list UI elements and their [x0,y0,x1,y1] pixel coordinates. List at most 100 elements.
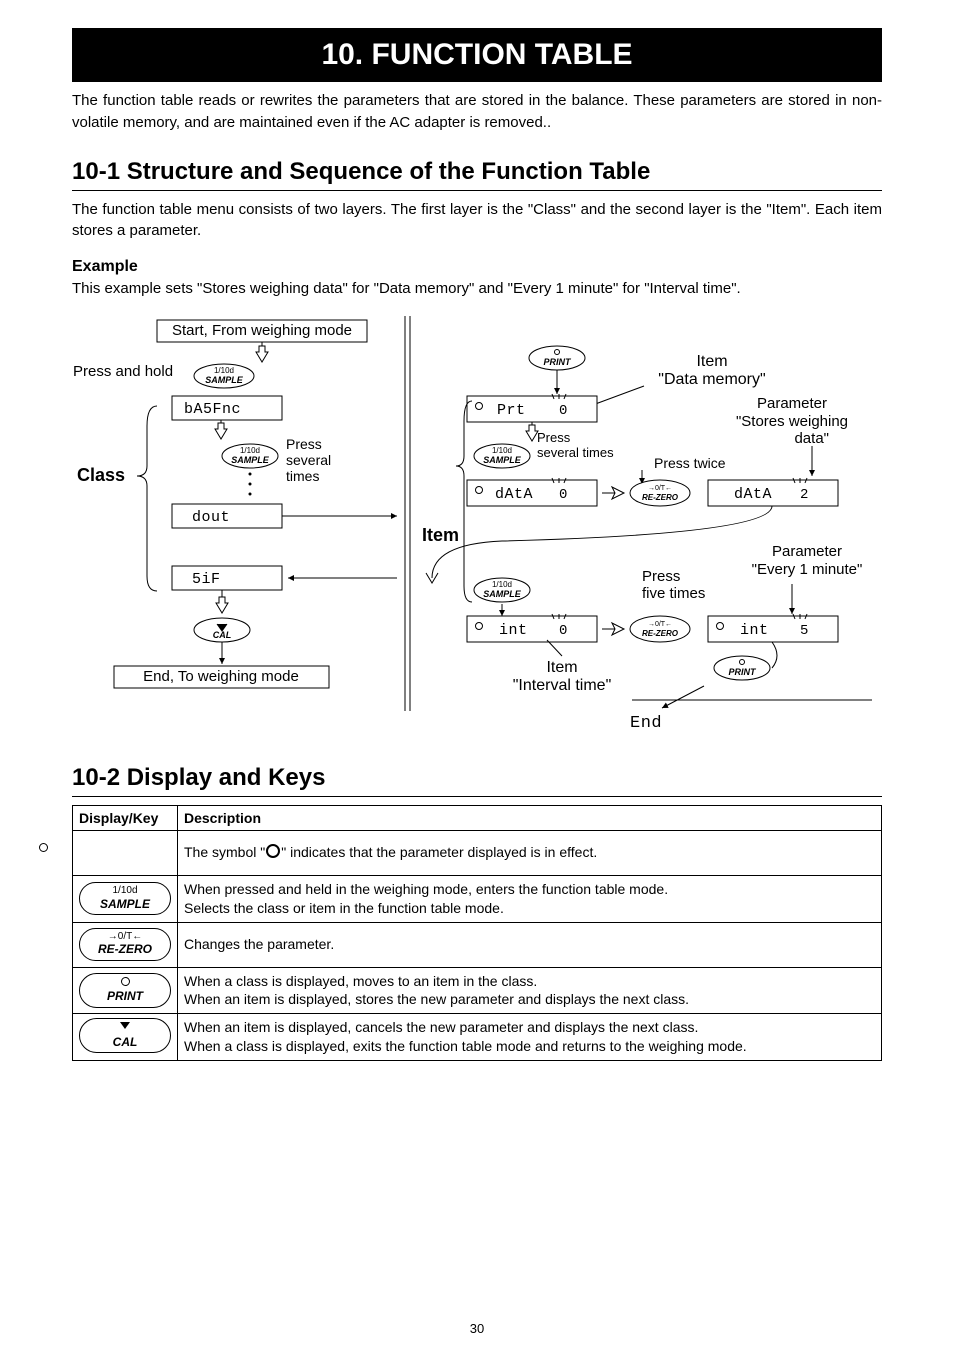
print-key-icon: PRINT [79,973,171,1008]
svg-text:SAMPLE: SAMPLE [231,455,270,465]
table-row: PRINT When a class is displayed, moves t… [73,967,882,1014]
sample-key-icon: 1/10d SAMPLE [79,882,171,915]
lcd-basfnc: bA5Fnc [184,401,241,418]
svg-text:"Data memory": "Data memory" [658,371,765,388]
svg-text:1/10d: 1/10d [240,446,260,455]
rezero-key-icon: →0/T← RE-ZERO [79,928,171,961]
svg-text:several times: several times [537,445,614,460]
class-label: Class [77,465,125,485]
lcd-data2: dAtA [734,486,772,503]
rezero-key-icon-1: →0/T← RE-ZERO [630,480,690,506]
circle-symbol-icon [266,844,280,858]
table-row: 1/10d SAMPLE When pressed and held in th… [73,875,882,922]
cal-key-icon: CAL [194,618,250,642]
lcd-data: dAtA [495,486,533,503]
svg-text:0: 0 [559,403,568,419]
display-keys-table: Display/Key Description The symbol " " in… [72,805,882,1061]
svg-text:"Every 1 minute": "Every 1 minute" [752,561,863,578]
svg-text:Item: Item [546,659,577,676]
circle-icon [39,843,48,852]
svg-text:→0/T←: →0/T← [648,621,672,628]
desc-cell: Changes the parameter. [178,922,882,967]
th-description: Description [178,805,882,830]
end-label: End, To weighing mode [143,668,299,685]
svg-text:Press: Press [537,430,571,445]
svg-text:Parameter: Parameter [757,395,827,412]
example-heading: Example [72,258,882,276]
svg-text:SAMPLE: SAMPLE [205,375,244,385]
lcd-end: End [630,714,662,733]
lcd-dout: dout [192,509,230,526]
page-title: 10. FUNCTION TABLE [72,28,882,82]
svg-text:five times: five times [642,585,705,602]
rezero-key-icon-2: →0/T← RE-ZERO [630,616,690,642]
key-main-label: CAL [92,1036,158,1049]
lcd-sif: 5iF [192,571,221,588]
key-cell-cal: CAL [73,1014,178,1061]
desc-text-post: " indicates that the parameter displayed… [281,844,597,860]
key-cell-rezero: →0/T← RE-ZERO [73,922,178,967]
key-cell-sample: 1/10d SAMPLE [73,875,178,922]
print-key-icon-2: PRINT [714,656,770,680]
svg-text:PRINT: PRINT [544,357,573,367]
key-main-label: RE-ZERO [92,943,158,956]
key-main-label: SAMPLE [92,898,158,911]
lcd-prt: Prt [497,402,526,419]
svg-text:5: 5 [800,623,809,639]
svg-text:SAMPLE: SAMPLE [483,455,522,465]
svg-text:RE-ZERO: RE-ZERO [642,629,679,638]
sample-key-icon-2: 1/10d SAMPLE [222,444,278,468]
print-key-icon-1: PRINT [529,346,585,370]
table-row: CAL When an item is displayed, cancels t… [73,1014,882,1061]
svg-text:several: several [286,452,331,468]
page-number: 30 [0,1321,954,1336]
svg-text:1/10d: 1/10d [492,446,512,455]
svg-text:→0/T←: →0/T← [648,485,672,492]
start-label: Start, From weighing mode [172,322,352,339]
table-row: The symbol " " indicates that the paramet… [73,830,882,875]
key-top-label: 1/10d [92,886,158,897]
diagram-svg: Start, From weighing mode Press and hold… [72,316,882,746]
lcd-int: int [499,622,528,639]
section-101-rule [72,190,882,191]
svg-text:0: 0 [559,623,568,639]
svg-text:SAMPLE: SAMPLE [483,589,522,599]
small-circle-icon [121,977,130,986]
section-102-rule [72,796,882,797]
sample-key-icon-3: 1/10d SAMPLE [474,444,530,468]
svg-text:Press: Press [642,568,680,585]
section-101-paragraph: The function table menu consists of two … [72,199,882,243]
svg-text:times: times [286,468,319,484]
page: 10. FUNCTION TABLE The function table re… [0,0,954,1350]
flow-diagram: Start, From weighing mode Press and hold… [72,316,882,746]
svg-text:Press twice: Press twice [654,455,726,471]
intro-paragraph: The function table reads or rewrites the… [72,90,882,134]
desc-cell: When an item is displayed, cancels the n… [178,1014,882,1061]
svg-text:Parameter: Parameter [772,543,842,560]
desc-cell: The symbol " " indicates that the paramet… [178,830,882,875]
example-paragraph: This example sets "Stores weighing data"… [72,278,882,300]
sample-key-icon-4: 1/10d SAMPLE [474,578,530,602]
section-102-heading: 10-2 Display and Keys [72,764,882,792]
svg-text:CAL: CAL [213,630,232,640]
svg-text:"Interval time": "Interval time" [513,677,612,694]
table-row: →0/T← RE-ZERO Changes the parameter. [73,922,882,967]
desc-cell: When a class is displayed, moves to an i… [178,967,882,1014]
triangle-down-icon [120,1022,130,1029]
svg-text:Item: Item [696,353,727,370]
item-label: Item [422,525,459,545]
lcd-int2: int [740,622,769,639]
cal-key-icon: CAL [79,1018,171,1053]
svg-text:0: 0 [559,487,568,503]
svg-text:Press: Press [286,436,322,452]
key-cell-circle [73,830,178,875]
svg-text:RE-ZERO: RE-ZERO [642,493,679,502]
svg-text:1/10d: 1/10d [214,366,234,375]
th-display-key: Display/Key [73,805,178,830]
desc-cell: When pressed and held in the weighing mo… [178,875,882,922]
desc-text-pre: The symbol " [184,844,265,860]
sample-key-icon: 1/10d SAMPLE [194,364,254,388]
key-main-label: PRINT [92,990,158,1003]
svg-text:1/10d: 1/10d [492,580,512,589]
svg-text:2: 2 [800,487,809,503]
